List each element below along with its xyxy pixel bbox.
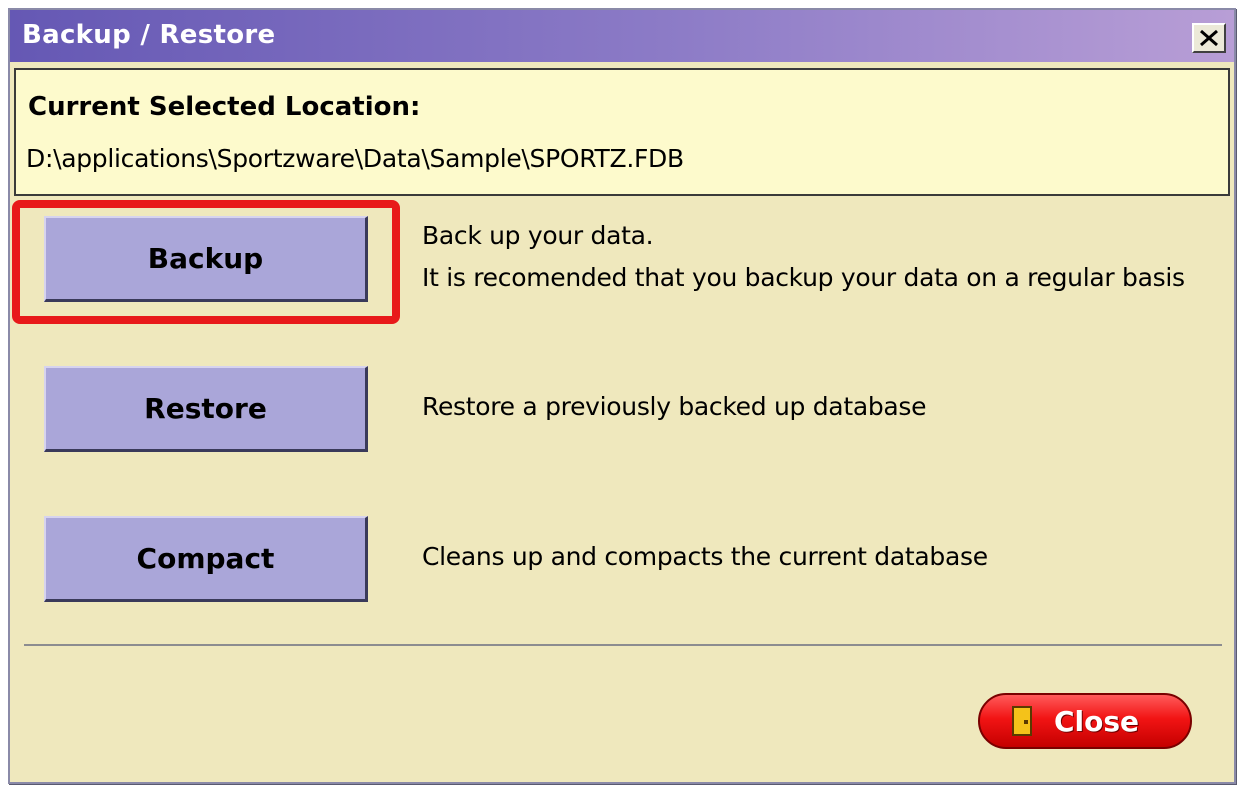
backup-restore-window: Backup / Restore Current Selected Locati…	[8, 8, 1236, 784]
window-title: Backup / Restore	[22, 20, 276, 50]
compact-button[interactable]: Compact	[44, 516, 368, 602]
title-bar[interactable]: Backup / Restore	[10, 10, 1234, 62]
restore-description: Restore a previously backed up database	[422, 392, 927, 421]
close-button-label: Close	[1054, 705, 1140, 738]
current-location-path: D:\applications\Sportzware\Data\Sample\S…	[26, 144, 684, 173]
door-icon	[1012, 706, 1032, 736]
window-close-button[interactable]	[1192, 23, 1226, 53]
backup-description-line1: Back up your data.	[422, 221, 654, 250]
footer-divider	[24, 644, 1222, 646]
close-button[interactable]: Close	[978, 693, 1192, 749]
backup-button[interactable]: Backup	[44, 216, 368, 302]
backup-description-line2: It is recomended that you backup your da…	[422, 263, 1185, 292]
current-location-panel: Current Selected Location: D:\applicatio…	[14, 68, 1230, 196]
backup-description: Back up your data. It is recomended that…	[422, 215, 1185, 299]
compact-description: Cleans up and compacts the current datab…	[422, 542, 988, 571]
restore-button[interactable]: Restore	[44, 366, 368, 452]
current-location-label: Current Selected Location:	[28, 92, 421, 122]
close-x-icon	[1200, 29, 1218, 47]
